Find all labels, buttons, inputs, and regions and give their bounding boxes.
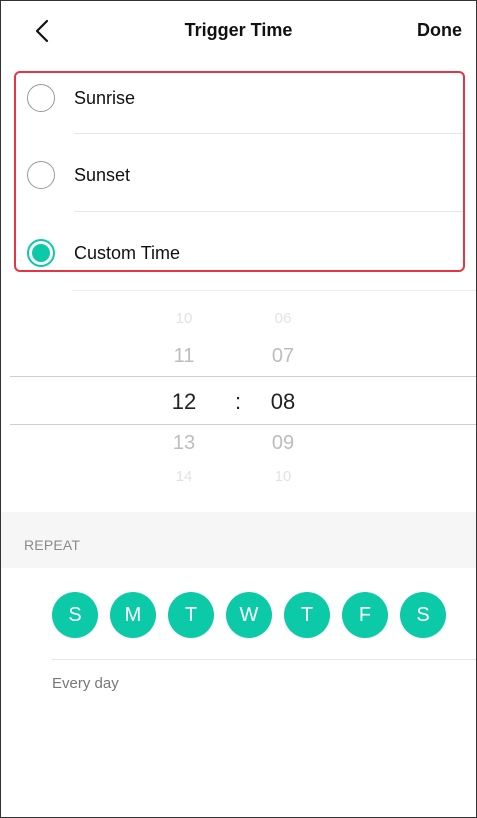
repeat-label: REPEAT [24,537,81,553]
hour-option[interactable]: 11 [154,345,214,368]
day-sunday-button[interactable]: S [52,592,98,638]
option-custom-time[interactable]: Custom Time [16,228,463,288]
repeat-section-header: REPEAT [0,512,477,568]
day-monday-button[interactable]: M [110,592,156,638]
radio-unchecked-icon [27,161,55,189]
picker-selection-bottom-line [10,424,477,425]
option-label: Sunset [74,165,131,185]
time-picker[interactable]: 10 11 12 13 14 : 06 07 08 09 10 [0,300,477,510]
repeat-summary: Every day [52,675,119,692]
day-tuesday-button[interactable]: T [168,592,214,638]
minute-option-selected[interactable]: 08 [253,389,313,415]
hour-option[interactable]: 10 [154,310,214,327]
day-wednesday-button[interactable]: W [226,592,272,638]
minute-option[interactable]: 10 [253,468,313,485]
divider [52,659,477,660]
back-button[interactable] [30,18,56,44]
day-thursday-button[interactable]: T [284,592,330,638]
done-button[interactable]: Done [417,20,462,41]
hour-option[interactable]: 13 [154,432,214,455]
navigation-bar: Trigger Time Done [0,0,477,62]
hour-option[interactable]: 14 [154,468,214,485]
time-separator: : [234,389,242,414]
divider [74,133,463,134]
option-sunset[interactable]: Sunset [16,150,463,210]
minute-option[interactable]: 07 [253,345,313,368]
day-saturday-button[interactable]: S [400,592,446,638]
chevron-left-icon [35,19,49,43]
day-friday-button[interactable]: F [342,592,388,638]
option-label: Sunrise [74,88,136,108]
option-label: Custom Time [74,243,181,263]
picker-selection-top-line [10,376,477,377]
page-title: Trigger Time [184,20,293,40]
divider [72,290,477,291]
radio-checked-icon [27,239,55,267]
divider [74,211,463,212]
radio-unchecked-icon [27,84,55,112]
hour-option-selected[interactable]: 12 [154,389,214,415]
weekday-selector: S M T W T F S [52,592,452,638]
option-sunrise[interactable]: Sunrise [16,73,463,133]
trigger-options: Sunrise Sunset Custom Time [14,71,465,272]
minute-option[interactable]: 06 [253,310,313,327]
minute-option[interactable]: 09 [253,432,313,455]
